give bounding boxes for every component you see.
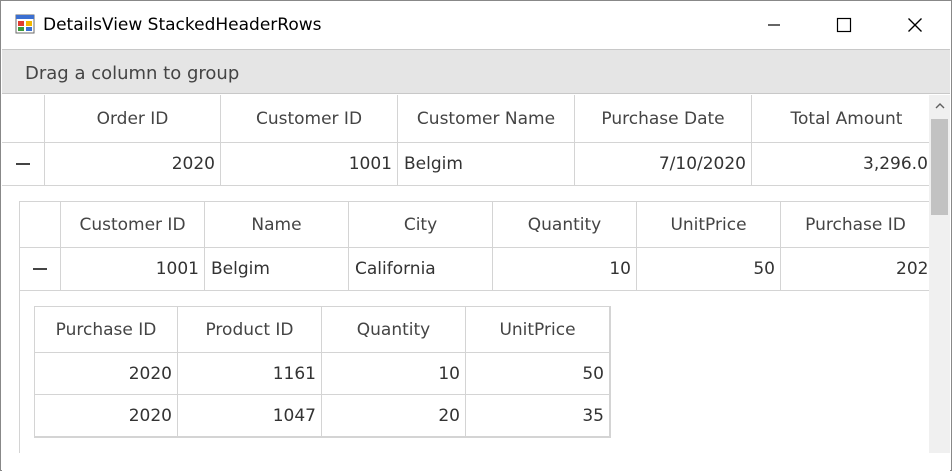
collapse-toggle[interactable]	[20, 248, 61, 291]
group-drop-area[interactable]: Drag a column to group	[2, 49, 950, 94]
indent-header-cell	[20, 202, 61, 248]
cell-customer-name[interactable]: Belgim	[398, 143, 575, 186]
maximize-button[interactable]	[809, 1, 879, 48]
purchases-detail-view[interactable]: Purchase ID Product ID Quantity UnitPric…	[34, 306, 611, 438]
cell-name[interactable]: Belgim	[205, 248, 349, 291]
cell-city[interactable]: California	[349, 248, 493, 291]
cell-unit-price[interactable]: 50	[637, 248, 781, 291]
cell-product-id[interactable]: 1047	[178, 395, 322, 437]
header-customer-id[interactable]: Customer ID	[221, 95, 398, 143]
collapse-icon	[16, 163, 30, 165]
chevron-up-icon	[935, 103, 944, 109]
header-purchase-id[interactable]: Purchase ID	[781, 202, 929, 248]
collapse-icon	[33, 268, 47, 270]
close-button[interactable]	[880, 1, 950, 48]
title-bar[interactable]: DetailsView StackedHeaderRows	[1, 1, 951, 48]
cell-quantity[interactable]: 10	[322, 353, 466, 395]
cell-purchase-id[interactable]: 2020	[35, 353, 178, 395]
header-customer-name[interactable]: Customer Name	[398, 95, 575, 143]
window-title: DetailsView StackedHeaderRows	[43, 15, 322, 35]
header-purchase-id[interactable]: Purchase ID	[35, 307, 178, 353]
cell-unit-price[interactable]: 50	[466, 353, 610, 395]
cell-customer-id[interactable]: 1001	[221, 143, 398, 186]
app-window: DetailsView StackedHeaderRows Drag a col…	[0, 0, 952, 471]
header-purchase-date[interactable]: Purchase Date	[575, 95, 752, 143]
scroll-up-button[interactable]	[929, 95, 950, 117]
master-grid[interactable]: Order ID Customer ID Customer Name Purch…	[2, 95, 929, 453]
customers-detail-view[interactable]: Customer ID Name City Quantity UnitPrice…	[19, 201, 929, 453]
indent-header-cell	[2, 95, 45, 143]
scroll-thumb[interactable]	[931, 119, 948, 215]
cell-customer-id[interactable]: 1001	[61, 248, 205, 291]
cell-total-amount[interactable]: 3,296.00	[752, 143, 929, 186]
cell-product-id[interactable]: 1161	[178, 353, 322, 395]
cell-purchase-id[interactable]: 2020	[35, 395, 178, 437]
grid-footer	[2, 453, 950, 471]
maximize-icon	[836, 17, 852, 32]
cell-quantity[interactable]: 10	[493, 248, 637, 291]
header-unit-price[interactable]: UnitPrice	[466, 307, 610, 353]
cell-purchase-id[interactable]: 2020	[781, 248, 929, 291]
collapse-toggle[interactable]	[2, 143, 45, 186]
cell-unit-price[interactable]: 35	[466, 395, 610, 437]
header-unit-price[interactable]: UnitPrice	[637, 202, 781, 248]
group-drop-area-label: Drag a column to group	[25, 63, 240, 84]
minimize-icon	[768, 23, 780, 26]
header-customer-id[interactable]: Customer ID	[61, 202, 205, 248]
vertical-scrollbar[interactable]	[929, 95, 950, 453]
cell-order-id[interactable]: 2020	[45, 143, 221, 186]
cell-quantity[interactable]: 20	[322, 395, 466, 437]
winforms-app-icon	[15, 14, 35, 34]
cell-purchase-date[interactable]: 7/10/2020	[575, 143, 752, 186]
minimize-button[interactable]	[739, 1, 809, 48]
close-icon	[908, 17, 922, 32]
header-product-id[interactable]: Product ID	[178, 307, 322, 353]
header-name[interactable]: Name	[205, 202, 349, 248]
header-order-id[interactable]: Order ID	[45, 95, 221, 143]
header-total-amount[interactable]: Total Amount	[752, 95, 929, 143]
header-quantity[interactable]: Quantity	[322, 307, 466, 353]
header-city[interactable]: City	[349, 202, 493, 248]
header-quantity[interactable]: Quantity	[493, 202, 637, 248]
